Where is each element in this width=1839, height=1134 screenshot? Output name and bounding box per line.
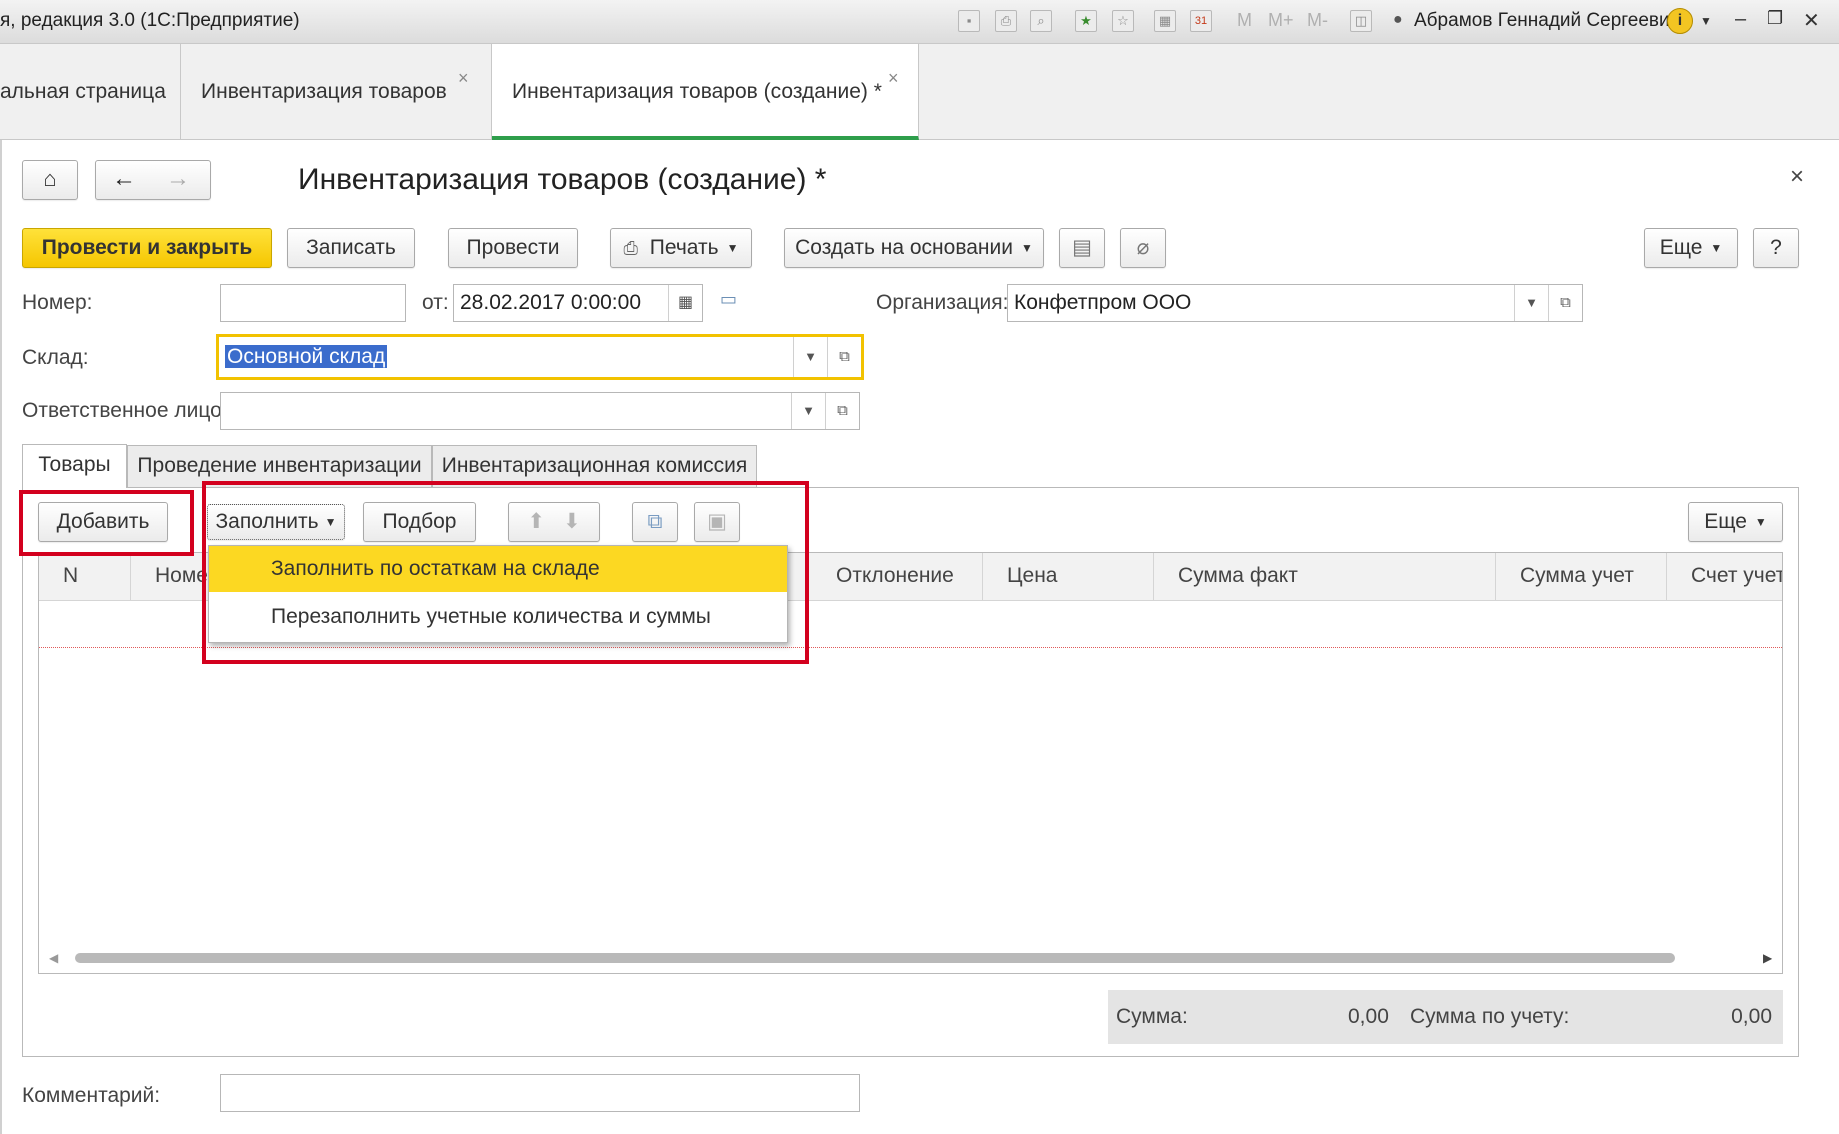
print-button[interactable]: ⎙ Печать ▼ (610, 228, 752, 268)
comment-label: Комментарий: (22, 1084, 161, 1107)
more-label: Еще (1659, 236, 1703, 259)
horizontal-scrollbar[interactable] (75, 953, 1675, 963)
tab-label: Инвентаризация товаров (201, 80, 447, 103)
responsible-label: Ответственное лицо: (22, 399, 228, 422)
chevron-down-icon: ▼ (1754, 515, 1767, 530)
save-button[interactable]: Записать (287, 228, 415, 268)
user-icon: ● (1393, 11, 1403, 28)
number-field[interactable] (220, 284, 406, 322)
restore-button[interactable]: ❐ (1767, 8, 1783, 29)
date-value: 28.02.2017 0:00:00 (460, 291, 642, 314)
warehouse-label: Склад: (22, 346, 89, 369)
open-icon[interactable]: ⧉ (827, 337, 861, 377)
scroll-left-icon[interactable]: ◀ (49, 951, 58, 965)
column-header-actual-sum[interactable]: Сумма факт (1154, 553, 1496, 601)
paperclip-icon: ⌀ (1136, 236, 1150, 259)
close-icon[interactable]: × (458, 68, 469, 89)
warehouse-field[interactable]: Основной склад ▼ ⧉ (216, 334, 864, 380)
organization-value: Конфетпром ООО (1014, 291, 1192, 314)
totals-bar: Сумма: 0,00 Сумма по учету: 0,00 (1108, 990, 1783, 1044)
home-button[interactable]: ⌂ (22, 160, 78, 200)
post-and-close-button[interactable]: Провести и закрыть (22, 228, 272, 268)
accounting-sum-value: 0,00 (1731, 1005, 1772, 1028)
window-title: я, редакция 3.0 (1С:Предприятие) (0, 10, 300, 31)
favorites-add-icon[interactable]: ★ (1075, 10, 1097, 32)
calculator-icon[interactable]: ▦ (1154, 10, 1176, 32)
column-header-accounting-sum[interactable]: Сумма учет (1496, 553, 1667, 601)
document-structure-button[interactable]: ▤ (1059, 228, 1105, 268)
annotation-box-fill (202, 481, 809, 664)
active-tab-joint (23, 486, 126, 489)
column-header-deviation[interactable]: Отклонение (812, 553, 983, 601)
open-icon[interactable]: ⧉ (1548, 285, 1582, 321)
create-based-on-button[interactable]: Создать на основании ▼ (784, 228, 1044, 268)
open-icon[interactable]: ⧉ (825, 393, 859, 429)
save-icon[interactable]: ▪ (958, 10, 980, 32)
sum-label: Сумма: (1116, 1005, 1188, 1028)
comment-field[interactable] (220, 1074, 860, 1112)
help-button[interactable]: ? (1753, 228, 1799, 268)
chevron-down-icon: ▼ (1710, 241, 1723, 256)
info-icon[interactable]: i (1667, 8, 1693, 34)
arrow-right-icon[interactable]: → (166, 165, 190, 193)
organization-label: Организация: (876, 291, 1009, 314)
close-form-button[interactable]: × (1790, 163, 1804, 191)
tab-label: Инвентаризация товаров (создание) * (512, 80, 882, 103)
tab-inventory-list[interactable]: Инвентаризация товаров (181, 44, 492, 140)
accounting-sum-label: Сумма по учету: (1410, 1005, 1570, 1028)
close-window-button[interactable]: ✕ (1803, 8, 1820, 33)
chevron-down-icon[interactable]: ▼ (1514, 285, 1548, 321)
minimize-button[interactable]: – (1735, 8, 1746, 31)
column-header-account[interactable]: Счет учет (1667, 553, 1782, 601)
preview-icon[interactable]: ⌕ (1030, 10, 1052, 32)
close-icon[interactable]: × (888, 68, 899, 89)
calendar-icon[interactable]: 31 (1190, 10, 1212, 32)
tab-goods[interactable]: Товары (22, 444, 127, 488)
tab-home-page[interactable]: альная страница (0, 44, 181, 140)
column-header-n[interactable]: N (39, 553, 131, 601)
date-field[interactable]: 28.02.2017 0:00:00 ▦ (453, 284, 703, 322)
table-more-button[interactable]: Еще ▼ (1688, 502, 1783, 542)
more-actions-button[interactable]: Еще ▼ (1644, 228, 1738, 268)
chevron-down-icon: ▼ (1020, 241, 1033, 256)
organization-field[interactable]: Конфетпром ООО ▼ ⧉ (1007, 284, 1583, 322)
scroll-right-icon[interactable]: ▶ (1763, 951, 1772, 965)
responsible-field[interactable]: ▼ ⧉ (220, 392, 860, 430)
printer-icon: ⎙ (623, 238, 638, 258)
chevron-down-icon[interactable]: ▼ (1700, 14, 1712, 28)
tab-inventory-create[interactable]: Инвентаризация товаров (создание) * (492, 44, 919, 140)
memory-m-button[interactable]: M (1237, 10, 1252, 31)
post-button[interactable]: Провести (448, 228, 578, 268)
document-icon: ▤ (1072, 236, 1092, 259)
calendar-icon[interactable]: ▦ (668, 285, 702, 321)
print-label: Печать (649, 236, 719, 259)
annotation-box-add (19, 490, 194, 556)
sum-value: 0,00 (1348, 1005, 1389, 1028)
memory-mminus-button[interactable]: M- (1307, 10, 1328, 31)
panels-icon[interactable]: ◫ (1350, 10, 1372, 32)
table-more-label: Еще (1704, 510, 1747, 533)
history-nav: ← → (95, 160, 211, 200)
column-header-price[interactable]: Цена (983, 553, 1154, 601)
print-icon[interactable]: ⎙ (995, 10, 1017, 32)
page-title: Инвентаризация товаров (создание) * (298, 163, 827, 196)
favorites-icon[interactable]: ☆ (1112, 10, 1134, 32)
home-icon: ⌂ (43, 166, 57, 191)
title-bar: я, редакция 3.0 (1С:Предприятие) ▪ ⎙ ⌕ ★… (0, 0, 1839, 44)
chevron-down-icon: ▼ (726, 241, 739, 256)
chevron-down-icon[interactable]: ▼ (793, 337, 827, 377)
tab-label: альная страница (0, 80, 166, 103)
document-tabs: альная страница Инвентаризация товаров ×… (0, 44, 1839, 140)
chevron-down-icon[interactable]: ▼ (791, 393, 825, 429)
memory-mplus-button[interactable]: M+ (1268, 10, 1294, 31)
attach-file-button[interactable]: ⌀ (1120, 228, 1166, 268)
arrow-left-icon[interactable]: ← (112, 165, 136, 193)
user-name[interactable]: Абрамов Геннадий Сергеевич (1414, 10, 1680, 32)
comment-note-icon[interactable]: ▭ (720, 289, 737, 310)
create-based-on-label: Создать на основании (795, 236, 1013, 259)
warehouse-value: Основной склад (225, 345, 388, 368)
number-label: Номер: (22, 291, 93, 314)
date-label: от: (422, 291, 449, 314)
